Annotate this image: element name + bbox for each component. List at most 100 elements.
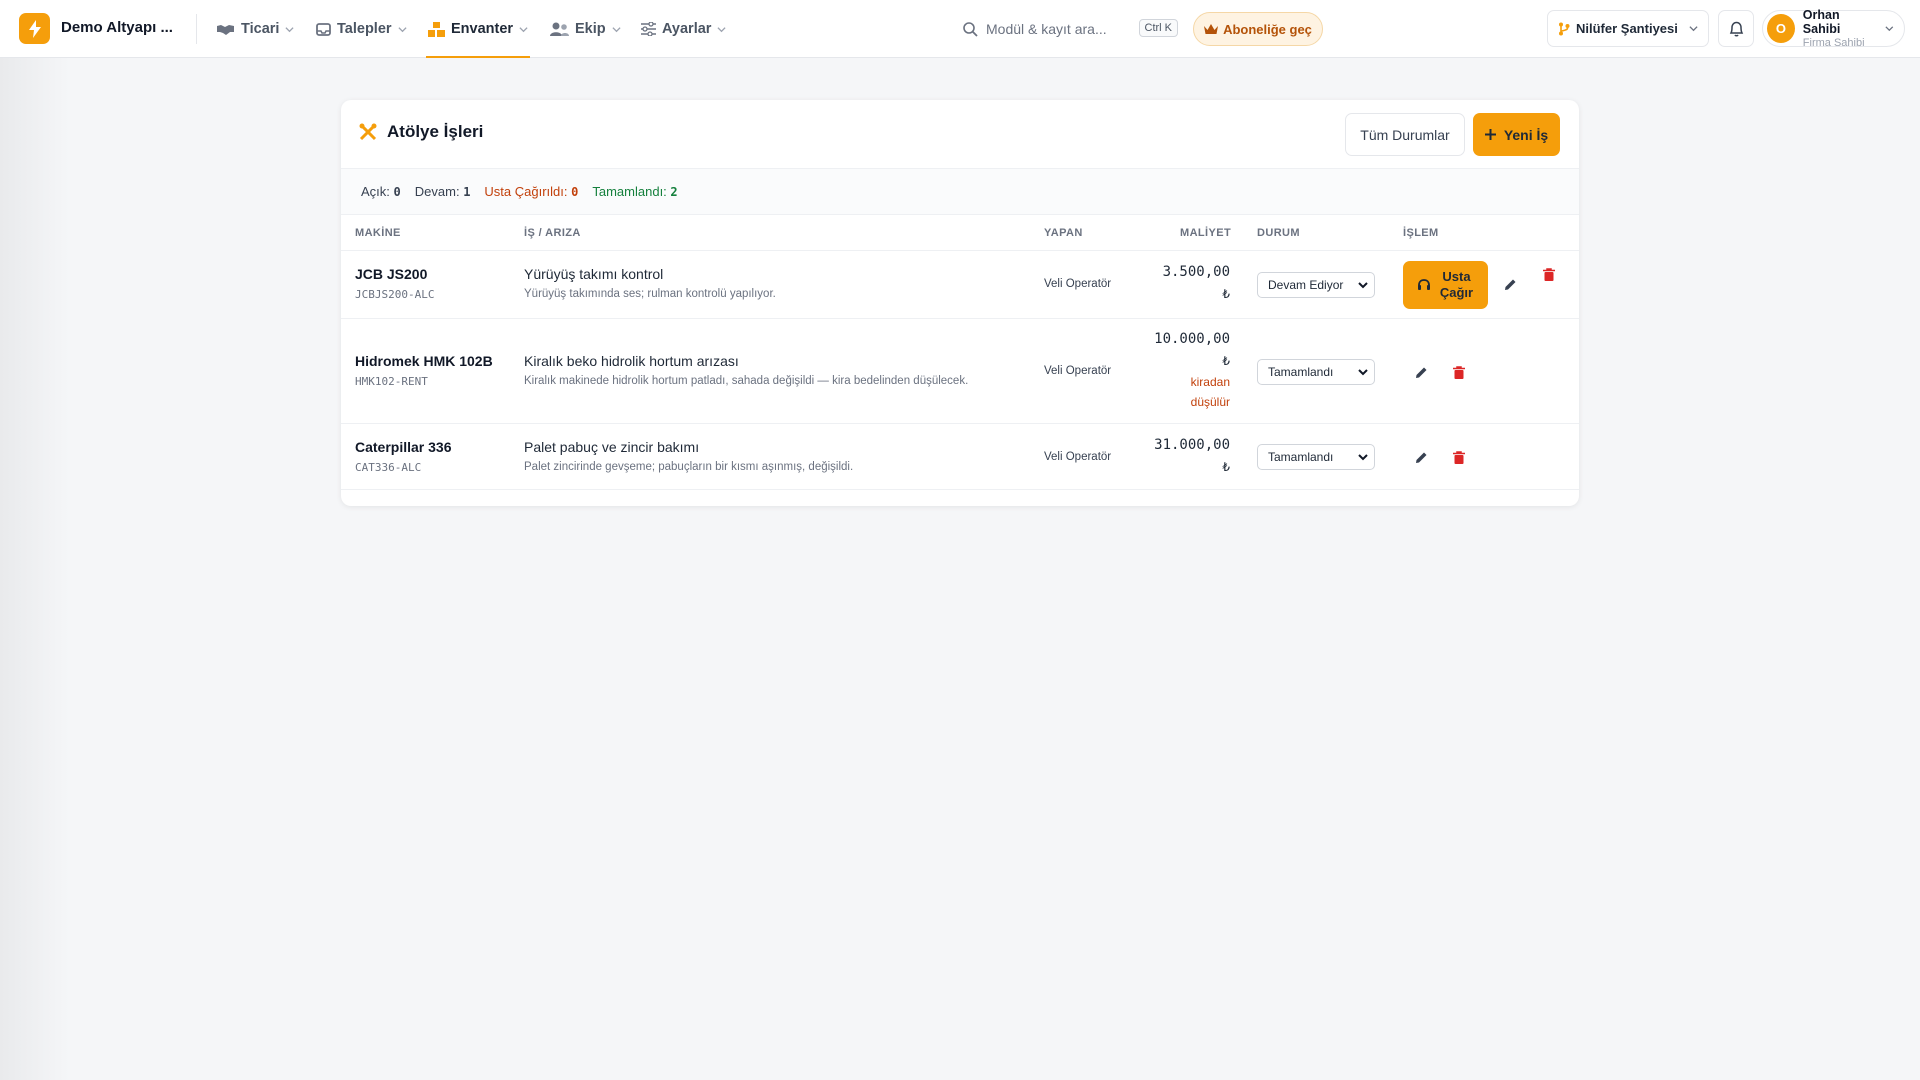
status-summary: Açık: 0 Devam: 1 Usta Çağırıldı: 0 Tamam…: [341, 169, 1579, 215]
inbox-icon: [316, 22, 331, 36]
job-cell: Kiralık beko hidrolik hortum arızası Kir…: [524, 353, 968, 387]
card-header: Atölye İşleri Tüm Durumlar Yeni İş: [341, 100, 1579, 169]
currency-symbol: ₺: [1222, 460, 1230, 474]
chevron-down-icon: [1885, 26, 1894, 32]
call-master-button[interactable]: Usta Çağır: [1403, 261, 1488, 309]
chevron-down-icon: [1358, 453, 1368, 460]
nav-item-ayarlar[interactable]: Ayarlar: [641, 0, 727, 58]
job-title: Palet pabuç ve zincir bakımı: [524, 439, 700, 455]
chevron-down-icon: [1358, 281, 1368, 288]
chevron-down-icon: [519, 26, 528, 32]
divider: [196, 14, 197, 44]
trash-icon: [1543, 267, 1555, 281]
machine-name: Hidromek HMK 102B: [355, 353, 493, 369]
subscribe-label: Aboneliğe geç: [1223, 21, 1312, 37]
trash-icon: [1453, 365, 1465, 379]
summary-called: Usta Çağırıldı: 0: [484, 184, 579, 199]
tools-icon: [359, 123, 377, 141]
worker-name: Veli Operatör: [1044, 365, 1112, 377]
nav-item-talepler[interactable]: Talepler: [316, 0, 407, 58]
nav-label: Ayarlar: [662, 21, 712, 37]
job-description: Palet zincirinde gevşeme; pabuçların bir…: [524, 461, 854, 473]
search-shortcut: Ctrl K: [1138, 19, 1178, 37]
job-title: Kiralık beko hidrolik hortum arızası: [524, 353, 739, 369]
worker-name: Veli Operatör: [1044, 451, 1112, 463]
summary-progress: Devam: 1: [414, 184, 471, 199]
workshop-jobs-card: Atölye İşleri Tüm Durumlar Yeni İş Açık:…: [341, 100, 1579, 506]
table-header: MAKİNE İŞ / ARIZA YAPAN MALİYET DURUM İŞ…: [341, 215, 1579, 251]
nav-label: Talepler: [337, 21, 392, 37]
job-cell: Palet pabuç ve zincir bakımı Palet zinci…: [524, 439, 853, 473]
chevron-down-icon: [612, 26, 621, 32]
delete-button[interactable]: [1539, 264, 1559, 284]
nav-item-ticari[interactable]: Ticari: [216, 0, 295, 58]
machine-cell: Hidromek HMK 102B HMK102-RENT: [355, 353, 493, 388]
col-machine: MAKİNE: [355, 227, 401, 239]
nav-item-envanter[interactable]: Envanter: [425, 0, 531, 58]
status-value: Tamamlandı: [1268, 450, 1334, 464]
headset-icon: [1417, 279, 1430, 290]
search-placeholder: Modül & kayıt ara...: [986, 21, 1107, 37]
chevron-down-icon: [285, 26, 295, 32]
job-title: Yürüyüş takımı kontrol: [524, 266, 664, 282]
chevron-down-icon: [1689, 26, 1698, 32]
status-select[interactable]: Tamamlandı: [1257, 444, 1375, 470]
user-menu[interactable]: O Orhan Sahibi Firma Sahibi: [1762, 7, 1905, 49]
avatar: O: [1767, 14, 1795, 43]
bolt-icon: [28, 19, 41, 38]
chevron-down-icon: [397, 26, 407, 32]
col-action: İŞLEM: [1403, 227, 1439, 239]
cost-value: 10.000,00: [1154, 331, 1230, 347]
cost-value: 31.000,00: [1154, 437, 1230, 453]
crown-icon: [1204, 23, 1219, 34]
currency-symbol: ₺: [1222, 287, 1230, 301]
left-shade: [0, 58, 70, 1080]
delete-button[interactable]: [1449, 362, 1469, 382]
machine-code: CAT336-ALC: [355, 461, 422, 474]
branch-icon: [1559, 22, 1570, 35]
delete-button[interactable]: [1449, 447, 1469, 467]
cost-cell: 3.500,00 ₺: [1163, 261, 1230, 305]
job-cell: Yürüyüş takımı kontrol Yürüyüş takımında…: [524, 266, 776, 300]
status-select[interactable]: Devam Ediyor: [1257, 272, 1375, 298]
machine-code: HMK102-RENT: [355, 375, 428, 388]
card-title-text: Atölye İşleri: [387, 122, 484, 141]
nav-label: Ticari: [241, 21, 280, 37]
edit-button[interactable]: [1500, 274, 1520, 294]
site-selector[interactable]: Nilüfer Şantiyesi: [1547, 10, 1709, 47]
subscribe-button[interactable]: Aboneliğe geç: [1193, 12, 1323, 46]
machine-name: Caterpillar 336: [355, 439, 452, 455]
nav-item-ekip[interactable]: Ekip: [550, 0, 621, 58]
edit-button[interactable]: [1411, 362, 1431, 382]
pencil-icon: [1415, 452, 1426, 463]
job-description: Yürüyüş takımında ses; rulman kontrolü y…: [524, 288, 776, 300]
trash-icon: [1453, 450, 1465, 464]
edit-button[interactable]: [1411, 447, 1431, 467]
currency-symbol: ₺: [1222, 354, 1230, 368]
global-search[interactable]: Modül & kayıt ara... Ctrl K: [963, 14, 1178, 44]
app-brand: Demo Altyapı ...: [61, 19, 173, 36]
notifications-button[interactable]: [1718, 10, 1754, 47]
chevron-down-icon: [717, 26, 727, 32]
status-select[interactable]: Tamamlandı: [1257, 359, 1375, 385]
boxes-icon: [428, 21, 445, 37]
machine-cell: Caterpillar 336 CAT336-ALC: [355, 439, 452, 474]
user-role: Firma Sahibi: [1802, 36, 1865, 49]
summary-done: Tamamlandı: 2: [592, 184, 678, 199]
status-filter-button[interactable]: Tüm Durumlar: [1345, 113, 1465, 156]
cost-cell: 10.000,00 ₺ kiradan düşülür: [1154, 328, 1230, 412]
new-job-button[interactable]: Yeni İş: [1473, 113, 1560, 156]
machine-cell: JCB JS200 JCBJS200-ALC: [355, 266, 434, 301]
sliders-icon: [641, 22, 656, 36]
status-value: Devam Ediyor: [1268, 278, 1344, 292]
users-icon: [550, 22, 569, 36]
table-row: Caterpillar 336 CAT336-ALC Palet pabuç v…: [341, 424, 1579, 490]
user-name: Orhan Sahibi: [1802, 7, 1841, 36]
search-icon: [963, 21, 978, 37]
app-logo[interactable]: [19, 13, 50, 44]
col-worker: YAPAN: [1044, 227, 1083, 239]
chevron-down-icon: [1358, 368, 1368, 375]
handshake-icon: [217, 24, 234, 35]
card-title: Atölye İşleri: [359, 122, 483, 142]
plus-icon: [1484, 129, 1496, 140]
